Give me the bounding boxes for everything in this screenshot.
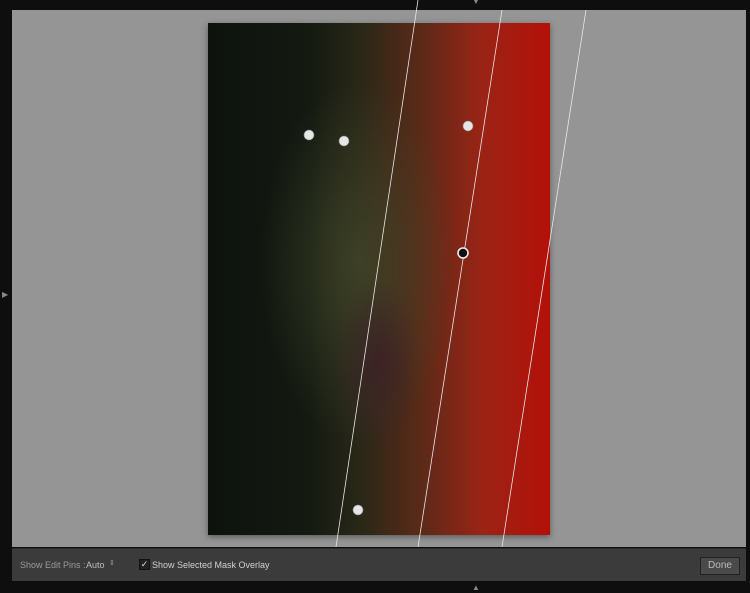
show-mask-overlay-checkbox[interactable]: ✓ bbox=[139, 559, 150, 570]
left-panel-toggle-icon[interactable]: ▶ bbox=[2, 290, 8, 299]
show-edit-pins-label: Show Edit Pins : bbox=[20, 560, 86, 570]
top-panel-toggle-icon[interactable]: ▼ bbox=[472, 0, 480, 6]
show-mask-overlay-label[interactable]: Show Selected Mask Overlay bbox=[152, 560, 270, 570]
done-button[interactable]: Done bbox=[700, 557, 740, 575]
up-down-stepper-icon[interactable]: ⇕ bbox=[109, 559, 115, 567]
photo-with-mask-overlay[interactable] bbox=[208, 23, 550, 535]
toolbar: Show Edit Pins : Auto ⇕ ✓ Show Selected … bbox=[12, 548, 746, 581]
show-edit-pins-select[interactable]: Auto bbox=[86, 560, 105, 570]
bottom-panel-toggle-icon[interactable]: ▲ bbox=[472, 583, 480, 592]
checkmark-icon: ✓ bbox=[140, 559, 149, 569]
image-canvas[interactable] bbox=[12, 10, 746, 547]
